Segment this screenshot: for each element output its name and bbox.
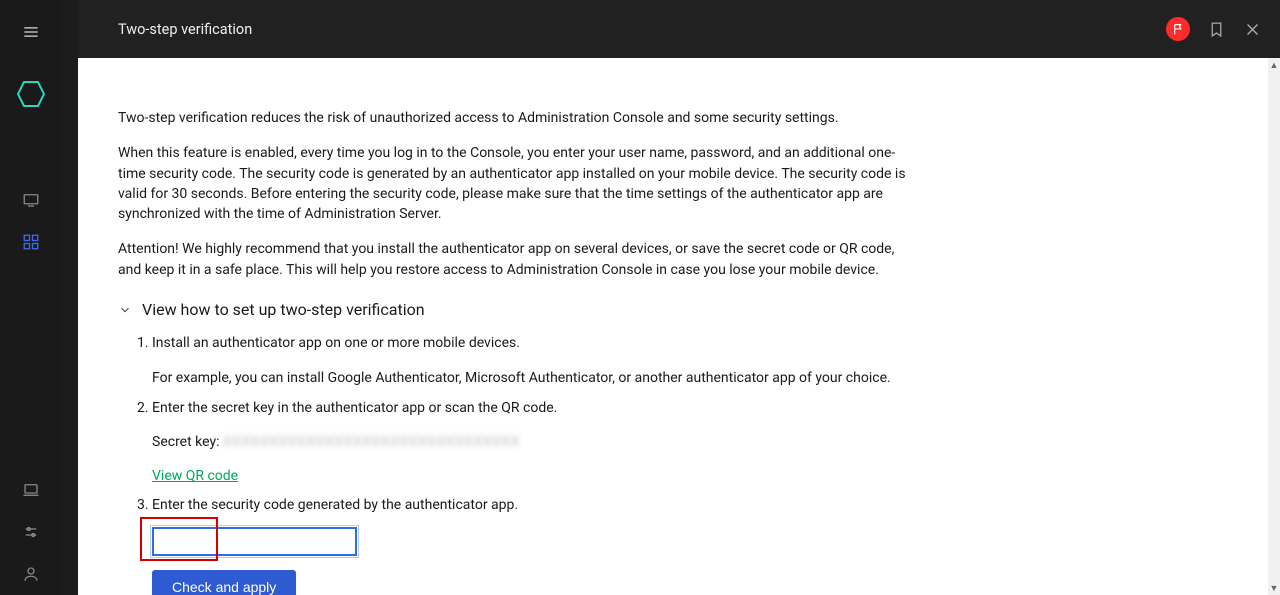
setup-step-2: Enter the secret key in the authenticato…: [152, 398, 952, 491]
secret-key-row: Secret key: XXXXXXXXXXXXXXXXXXXXXXXXXXXX…: [152, 432, 952, 452]
modal-header-actions: [1166, 17, 1262, 41]
sidebar-item-monitor[interactable]: [0, 179, 62, 221]
secret-key-value: XXXXXXXXXXXXXXXXXXXXXXXXXXXXXXXX: [223, 432, 520, 452]
two-step-verification-modal: Two-step verification Two-step verificat…: [78, 0, 1280, 595]
scroll-down-arrow[interactable]: ▼: [1268, 581, 1280, 595]
sidebar-item-device[interactable]: [0, 469, 62, 511]
modal-body: Two-step verification reduces the risk o…: [78, 58, 1268, 595]
sidebar-item-settings[interactable]: [0, 511, 62, 553]
sidebar-item-apps[interactable]: [0, 221, 62, 263]
app-logo[interactable]: [16, 79, 46, 109]
setup-step-3: Enter the security code generated by the…: [152, 495, 952, 595]
flag-icon[interactable]: [1166, 17, 1190, 41]
intro-paragraph-2: When this feature is enabled, every time…: [118, 143, 918, 224]
expander-label: View how to set up two-step verification: [142, 298, 425, 321]
chevron-down-icon: [118, 303, 132, 317]
security-code-input[interactable]: [152, 527, 357, 556]
step-1-text: Install an authenticator app on one or m…: [152, 335, 520, 351]
setup-step-1: Install an authenticator app on one or m…: [152, 333, 952, 388]
bookmark-icon[interactable]: [1206, 19, 1226, 39]
modal-backdrop: [62, 0, 78, 595]
step-3-text: Enter the security code generated by the…: [152, 497, 518, 513]
modal-header: Two-step verification: [78, 0, 1280, 58]
setup-steps-list: Install an authenticator app on one or m…: [152, 333, 952, 595]
scroll-up-arrow[interactable]: ▲: [1268, 58, 1280, 72]
secret-key-label: Secret key:: [152, 434, 219, 450]
view-qr-code-link[interactable]: View QR code: [152, 466, 238, 486]
sidebar-item-user[interactable]: [0, 553, 62, 595]
close-icon[interactable]: [1242, 19, 1262, 39]
app-sidebar: [0, 0, 62, 595]
modal-title: Two-step verification: [118, 21, 1166, 38]
step-1-example: For example, you can install Google Auth…: [152, 368, 952, 388]
hamburger-icon[interactable]: [19, 20, 43, 44]
intro-paragraph-1: Two-step verification reduces the risk o…: [118, 108, 918, 128]
check-and-apply-button[interactable]: Check and apply: [152, 570, 296, 595]
step-2-text: Enter the secret key in the authenticato…: [152, 400, 557, 416]
setup-expander[interactable]: View how to set up two-step verification: [118, 298, 1208, 321]
vertical-scrollbar[interactable]: ▲ ▼: [1268, 58, 1280, 595]
intro-paragraph-3: Attention! We highly recommend that you …: [118, 239, 918, 280]
